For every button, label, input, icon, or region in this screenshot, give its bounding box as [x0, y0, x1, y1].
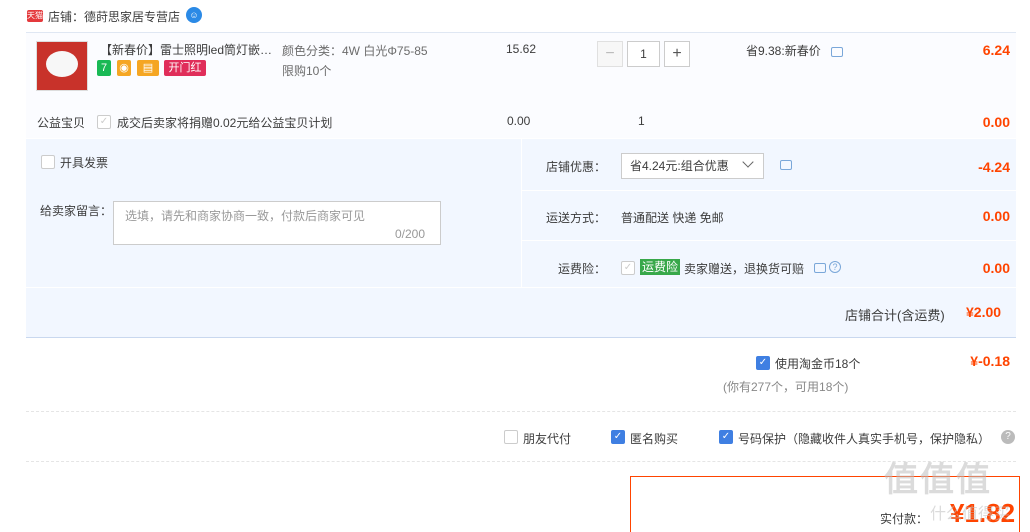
charity-subtotal: 0.00: [982, 114, 1010, 130]
seller-note-label: 给卖家留言：: [40, 204, 113, 218]
chat-icon[interactable]: ☺: [186, 7, 202, 23]
invoice-label: 开具发票: [60, 156, 109, 170]
panel-divider: [26, 287, 1016, 288]
watermark-logo: 值值值: [884, 461, 992, 499]
charity-checkbox: ✓: [97, 115, 111, 129]
invoice-checkbox[interactable]: [41, 155, 55, 169]
coupon-select[interactable]: 省4.24元:组合优惠: [621, 153, 764, 179]
coins-checkbox[interactable]: ✓: [756, 356, 770, 370]
insurance-tag: 运费险: [640, 259, 681, 275]
unit-price: 15.62: [506, 42, 537, 56]
shop-name-link[interactable]: 店铺：德莳思家居专营店: [48, 8, 180, 25]
discount-text: 省9.38:新春价: [746, 44, 821, 58]
shipping-method: 普通配送 快递 免邮: [621, 211, 724, 225]
tmall-badge: 天猫: [27, 10, 43, 22]
product-image-lamp: [46, 51, 78, 77]
sku-info: 颜色分类：4W 白光Φ75-85: [282, 44, 428, 58]
charity-text: 成交后卖家将捐赠0.02元给公益宝贝计划: [117, 116, 333, 130]
product-title-link[interactable]: 【新春价】雷士照明led筒灯嵌入式...: [100, 41, 276, 58]
purchase-limit: 限购10个: [282, 64, 332, 78]
insurance-amount: 0.00: [982, 260, 1010, 276]
phone-protect-checkbox[interactable]: ✓: [719, 430, 733, 444]
divider: [26, 461, 1016, 462]
anonymous-checkbox[interactable]: ✓: [611, 430, 625, 444]
coupon-label: 店铺优惠：: [546, 160, 607, 174]
payment-label: 实付款：: [880, 512, 929, 526]
shipping-label: 运送方式：: [546, 211, 607, 225]
coupon-amount: -4.24: [978, 159, 1010, 175]
promo-tag-card: ▤: [137, 60, 159, 76]
insurance-text: 卖家赠送，退换货可赔: [684, 262, 805, 276]
coins-label: 使用淘金币18个: [775, 357, 861, 371]
item-subtotal: 6.24: [982, 42, 1010, 58]
anonymous-label: 匿名购买: [630, 432, 679, 446]
quantity-decrease-button[interactable]: −: [597, 41, 623, 67]
message-icon[interactable]: [831, 47, 843, 57]
quantity-increase-button[interactable]: +: [664, 41, 690, 67]
shop-total-amount: ¥2.00: [966, 304, 1002, 320]
seller-note-counter: 0/200: [395, 227, 426, 241]
friend-pay-label: 朋友代付: [523, 432, 572, 446]
seller-note-placeholder: 选填，请先和商家协商一致，付款后商家可见: [125, 209, 366, 223]
promo-tag-7day: 7: [97, 60, 111, 76]
promo-tag-guarantee: ◉: [117, 60, 131, 76]
quantity-input[interactable]: 1: [627, 41, 660, 67]
friend-pay-checkbox[interactable]: [504, 430, 518, 444]
insurance-checkbox: ✓: [621, 261, 635, 275]
charity-label: 公益宝贝: [37, 116, 86, 130]
watermark-text: 什么值得买: [930, 506, 1011, 523]
shop-total-label: 店铺合计(含运费): [845, 308, 945, 323]
help-icon[interactable]: ?: [829, 261, 841, 273]
phone-protect-label: 号码保护（隐藏收件人真实手机号，保护隐私）: [738, 432, 991, 446]
panel-divider: [521, 240, 1016, 241]
message-icon[interactable]: [780, 160, 792, 170]
insurance-label: 运费险：: [558, 262, 607, 276]
panel-divider: [521, 139, 522, 287]
coins-note: (你有277个，可用18个): [723, 380, 849, 394]
message-icon[interactable]: [814, 263, 826, 273]
charity-quantity: 1: [638, 114, 645, 128]
shipping-amount: 0.00: [982, 208, 1010, 224]
panel-divider: [521, 190, 1016, 191]
help-icon[interactable]: ?: [1001, 430, 1015, 444]
promo-tag-kaimenhong: 开门红: [164, 60, 206, 76]
coins-amount: ¥-0.18: [970, 353, 1010, 369]
divider: [26, 411, 1016, 412]
charity-price: 0.00: [507, 114, 531, 128]
